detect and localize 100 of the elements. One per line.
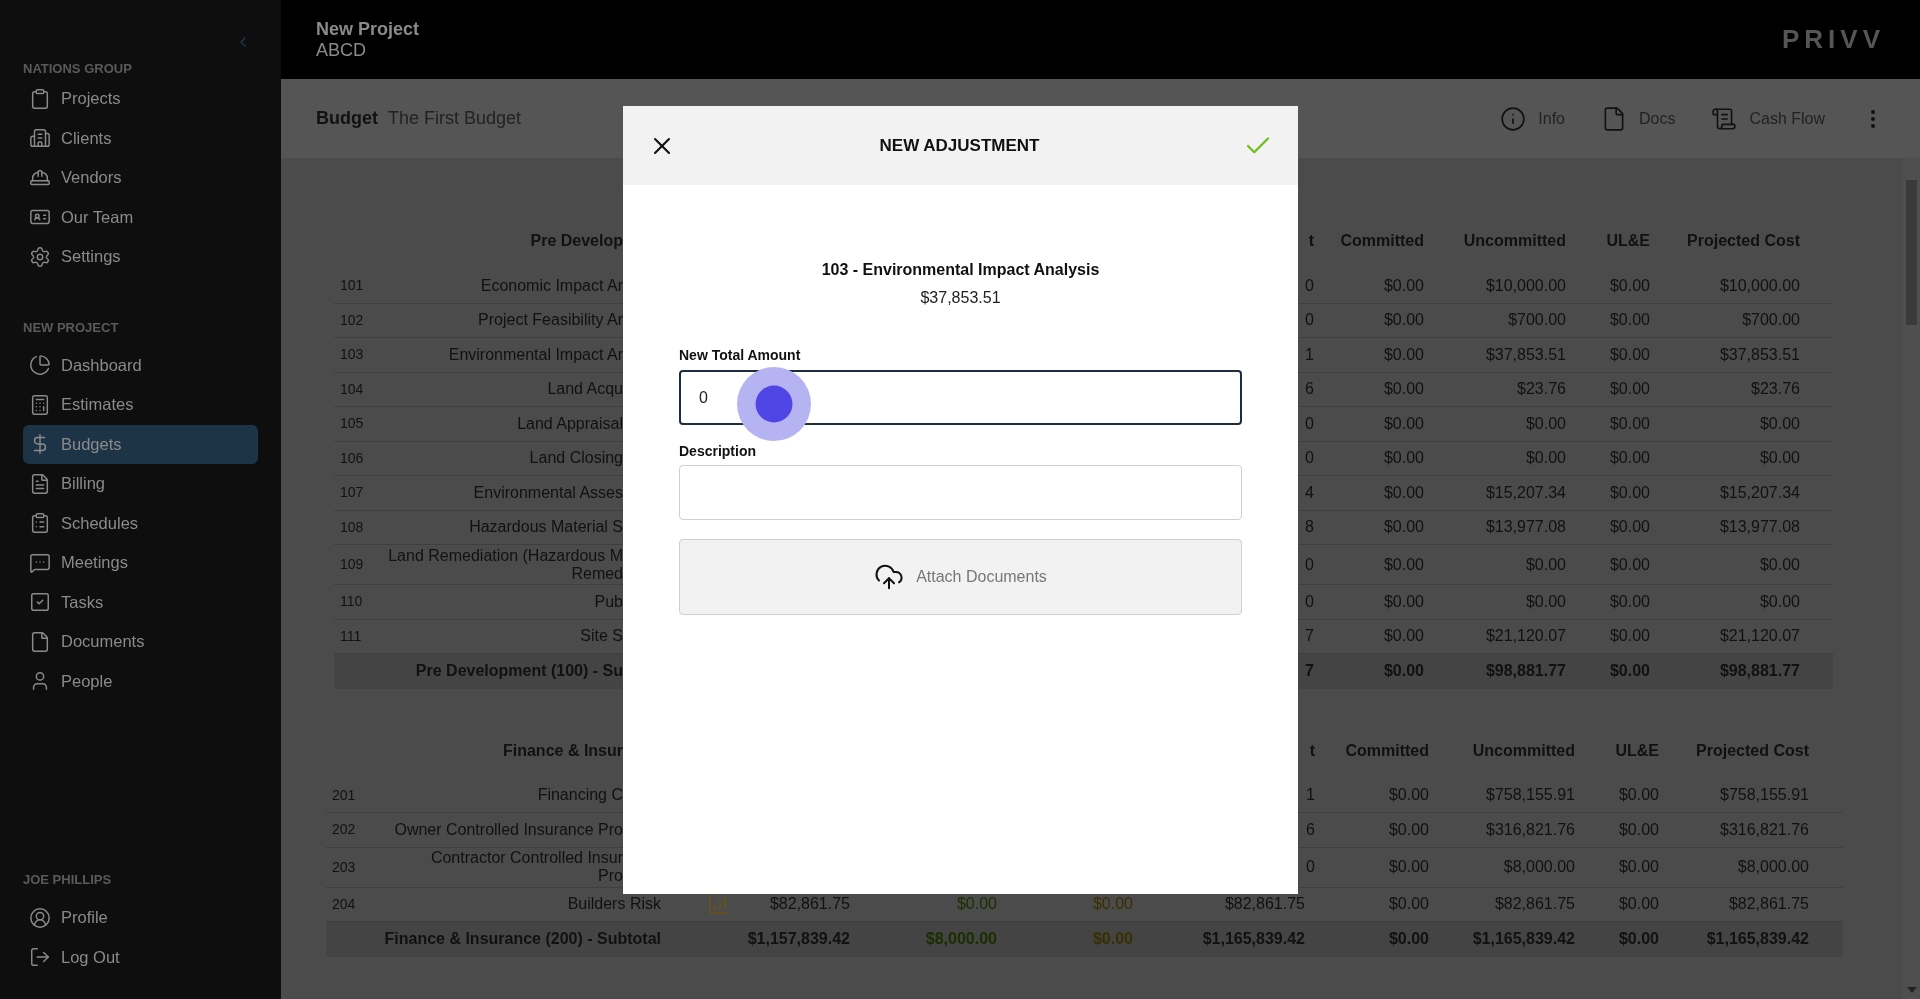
table-cell-text: Land Appraisal xyxy=(516,414,623,433)
table-cell-text: $0.00 xyxy=(1383,310,1424,331)
row-code: 105 xyxy=(339,414,365,434)
table-cell-text: $0.00 xyxy=(1618,819,1659,840)
table-cell-text: $0.00 xyxy=(1609,448,1650,469)
table-cell-text: $0.00 xyxy=(1383,482,1424,503)
row-code: 203 xyxy=(331,857,357,877)
sidebar-item[interactable]: Budgets xyxy=(23,424,258,464)
table-cell-text: 0 xyxy=(1305,448,1314,469)
table-cell-text: $0.00 xyxy=(1388,894,1429,915)
table-cell-text: Financing C xyxy=(536,786,624,805)
table-cell-text: 1 xyxy=(1306,785,1315,806)
table-cell-text: 4 xyxy=(1305,482,1314,503)
clipboard-icon xyxy=(29,87,51,110)
column-header: t xyxy=(1309,740,1315,761)
row-code: 107 xyxy=(339,483,365,503)
table-cell-text: Site S xyxy=(579,627,623,646)
table-cell-text: $15,207.34 xyxy=(1719,482,1800,503)
table-cell-text: $700.00 xyxy=(1742,310,1800,331)
sidebar-item[interactable]: People xyxy=(23,661,258,701)
item-title: 103 - Environmental Impact Analysis xyxy=(820,260,1101,280)
table-cell-text: $0.00 xyxy=(1525,413,1566,434)
table-cell-text: $8,000.00 xyxy=(1503,857,1575,877)
row-code: 201 xyxy=(331,785,357,805)
table-cell-text: Environmental Asses xyxy=(472,483,623,502)
attach-button[interactable]: Attach Documents xyxy=(679,539,1242,615)
table-cell-text: $15,207.34 xyxy=(1485,482,1566,503)
sidebar-item[interactable]: Meetings xyxy=(23,543,258,583)
table-cell-text: $0.00 xyxy=(1388,785,1429,806)
column-header: Uncommitted xyxy=(1472,740,1575,761)
table-cell-text: $0.00 xyxy=(1609,482,1650,503)
sidebar-item[interactable]: Tasks xyxy=(23,582,258,622)
table-cell-text: $0.00 xyxy=(1383,591,1424,612)
row-code: 111 xyxy=(339,626,363,646)
table-cell-text: Project Feasibility Ar xyxy=(477,311,623,330)
column-header: t xyxy=(1308,231,1314,251)
column-header: Projected Cost xyxy=(1696,740,1809,761)
info-icon xyxy=(1500,105,1527,132)
column-header: UL&E xyxy=(1615,740,1659,761)
sidebar-item[interactable]: Profile xyxy=(23,898,258,938)
sidebar-item[interactable]: Dashboard xyxy=(23,345,258,385)
table-cell-text: $21,120.07 xyxy=(1719,626,1800,647)
table-cell-text: $0.00 xyxy=(1759,448,1800,469)
table-cell-text: Land Acqu xyxy=(546,380,623,399)
page-title: Budget xyxy=(316,107,378,130)
column-header: UL&E xyxy=(1606,231,1650,251)
logout-icon xyxy=(29,946,51,969)
table-cell-text: $82,861.75 xyxy=(1224,894,1305,915)
sidebar-item[interactable]: Clients xyxy=(23,118,258,158)
table-cell-text: $700.00 xyxy=(1508,310,1566,331)
column-header: Committed xyxy=(1345,740,1429,761)
table-cell-text: 6 xyxy=(1306,819,1315,840)
sidebar-item[interactable]: Our Team xyxy=(23,197,258,237)
table-cell-text: $0.00 xyxy=(1759,413,1800,434)
table-cell-text: 7 xyxy=(1305,626,1314,647)
table-cell-text: $13,977.08 xyxy=(1719,517,1800,538)
sidebar-item[interactable]: Projects xyxy=(23,79,258,119)
receipt-icon xyxy=(1711,105,1738,132)
table-cell-text: $10,000.00 xyxy=(1485,275,1566,296)
row-code: 102 xyxy=(339,310,365,330)
row-code: 202 xyxy=(331,820,357,840)
list-icon xyxy=(29,512,51,535)
sidebar-item[interactable]: Schedules xyxy=(23,503,258,543)
sidebar-item[interactable]: Estimates xyxy=(23,385,258,425)
field-label: Description xyxy=(679,442,756,460)
table-cell-text: $0.00 xyxy=(1759,591,1800,612)
item-amount: $37,853.51 xyxy=(919,288,1002,308)
table-cell-text: 0 xyxy=(1306,857,1315,877)
sidebar-item[interactable]: Log Out xyxy=(23,937,258,977)
table-cell-text: 8 xyxy=(1305,517,1314,538)
table-cell-text: $0.00 xyxy=(1618,894,1659,915)
table-cell-text: $316,821.76 xyxy=(1486,819,1575,840)
table-cell-text: 0 xyxy=(1305,591,1314,612)
table-cell-text: $10,000.00 xyxy=(1719,275,1800,296)
column-header: Uncommitted xyxy=(1463,231,1566,251)
table-cell-text: $0.00 xyxy=(1609,413,1650,434)
sidebar-item[interactable]: Documents xyxy=(23,622,258,662)
section-title: Pre Develop xyxy=(529,231,623,251)
table-cell-text: $0.00 xyxy=(1388,857,1429,877)
scrollbar[interactable] xyxy=(1903,158,1920,999)
row-code: 103 xyxy=(339,345,365,365)
sidebar-item[interactable]: Vendors xyxy=(23,158,258,198)
table-cell-text: $0.00 xyxy=(1525,591,1566,612)
input-field[interactable] xyxy=(679,465,1242,520)
table-cell-text: $316,821.76 xyxy=(1720,819,1809,840)
chart-icon[interactable] xyxy=(707,892,731,917)
project-name: New Project xyxy=(316,18,420,40)
document-icon xyxy=(29,472,51,495)
chat-icon xyxy=(29,551,51,574)
table-cell-text: $0.00 xyxy=(1609,344,1650,365)
table-cell-text: $0.00 xyxy=(1609,626,1650,647)
table-cell-text: $0.00 xyxy=(1383,379,1424,400)
table-cell-text: 0 xyxy=(1305,413,1314,434)
sidebar-item[interactable]: Settings xyxy=(23,237,258,277)
table-cell-text: $0.00 xyxy=(1525,448,1566,469)
checkbox-icon xyxy=(29,591,51,614)
table-cell-text: $0.00 xyxy=(1383,413,1424,434)
row-code: 110 xyxy=(339,592,364,612)
table-cell-text: Environmental Impact Ar xyxy=(447,345,623,364)
sidebar-item[interactable]: Billing xyxy=(23,464,258,504)
